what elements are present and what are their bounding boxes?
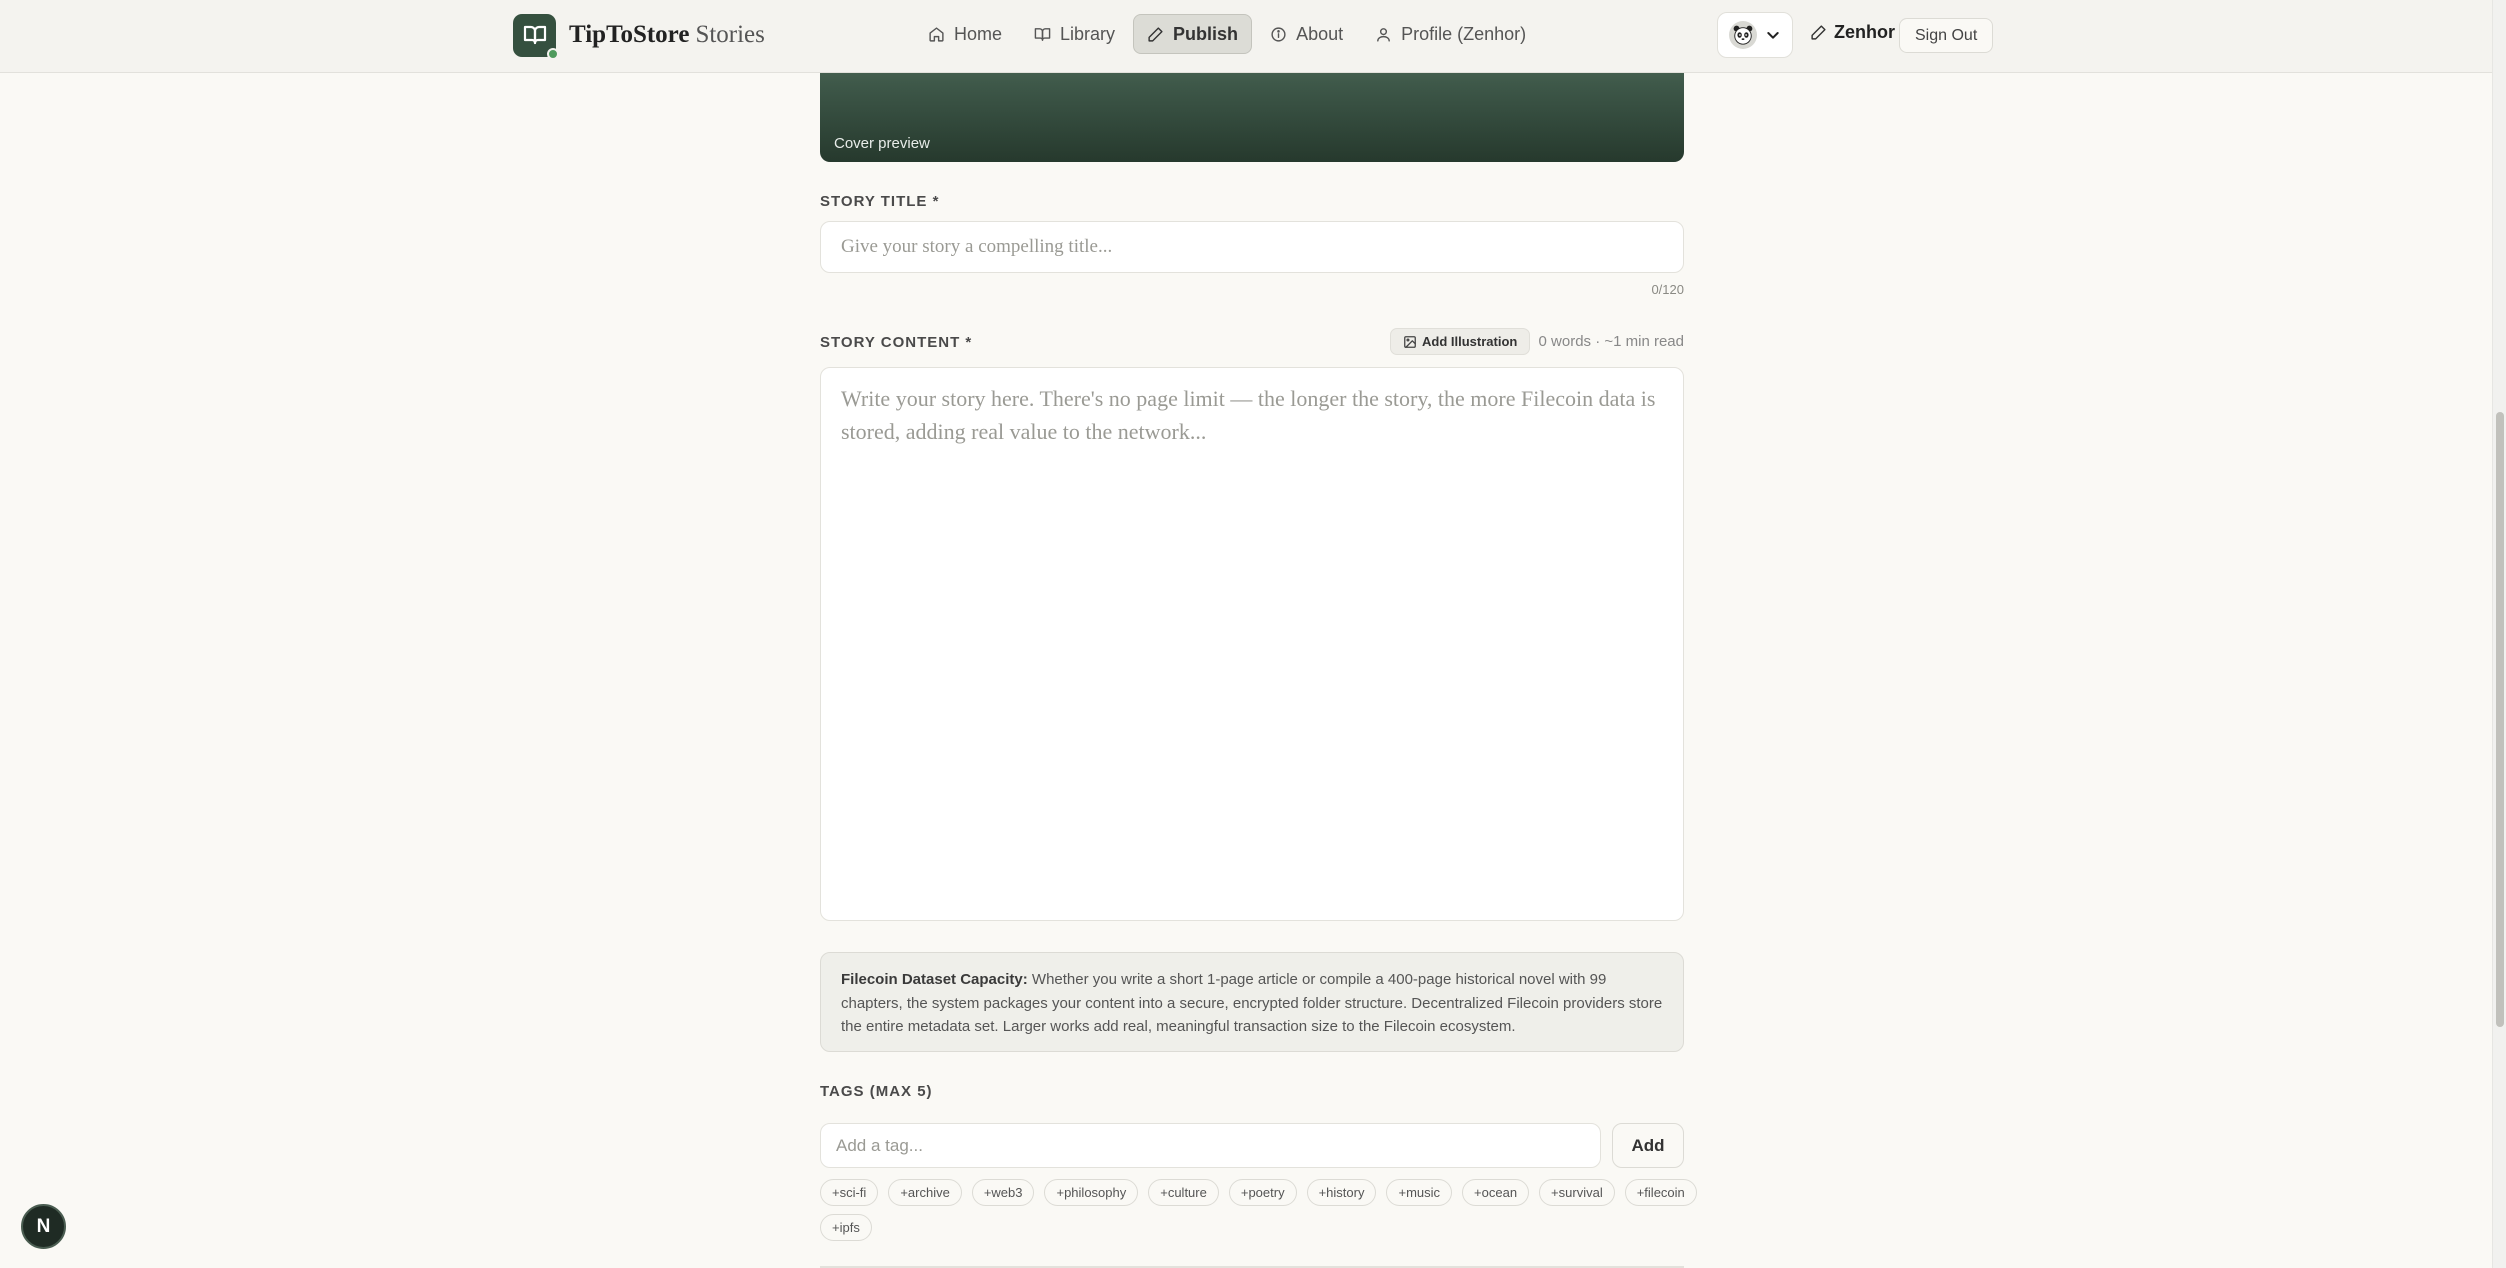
- tag-suggestion-chip[interactable]: +web3: [971, 1179, 1035, 1206]
- info-icon: [1271, 26, 1286, 42]
- nav-publish[interactable]: Publish: [1133, 14, 1253, 54]
- nav-library[interactable]: Library: [1020, 14, 1129, 54]
- nav-profile[interactable]: Profile (Zenhor): [1361, 14, 1540, 54]
- chevron-down-icon: [1767, 32, 1779, 39]
- add-illustration-label: Add Illustration: [1422, 334, 1518, 349]
- title-char-count: 0/120: [1651, 282, 1684, 297]
- sign-out-button[interactable]: Sign Out: [1899, 18, 1994, 53]
- filecoin-capacity-note: Filecoin Dataset Capacity: Whether you w…: [820, 952, 1684, 1052]
- nav-home[interactable]: Home: [914, 14, 1016, 54]
- brand-name-light: Stories: [695, 21, 765, 48]
- top-navigation-bar: TipToStore Stories Home Library Publish A…: [0, 0, 2492, 73]
- brand-name-bold: TipToStore: [569, 21, 690, 48]
- main-nav: Home Library Publish About Profile (Zenh…: [914, 14, 1540, 54]
- tag-suggestion-chip[interactable]: +sci-fi: [820, 1179, 879, 1206]
- home-icon: [929, 26, 944, 42]
- story-content-textarea[interactable]: [820, 367, 1684, 921]
- tag-suggestion-chip[interactable]: +archive: [888, 1179, 962, 1206]
- user-icon: [1377, 27, 1390, 42]
- pencil-icon: [1811, 25, 1826, 40]
- tag-suggestion-chip[interactable]: +history: [1306, 1179, 1377, 1206]
- nav-about[interactable]: About: [1256, 14, 1357, 54]
- story-title-label: STORY TITLE *: [820, 193, 940, 210]
- username: Zenhor: [1834, 22, 1895, 42]
- nav-home-label: Home: [954, 23, 1003, 44]
- tag-suggestion-chip[interactable]: +ipfs: [820, 1214, 872, 1241]
- cover-preview-label: Cover preview: [834, 135, 930, 152]
- tag-suggestions: +sci-fi +archive +web3 +philosophy +cult…: [820, 1179, 1700, 1241]
- brand-name: TipToStore Stories: [569, 21, 765, 49]
- tag-suggestion-chip[interactable]: +survival: [1539, 1179, 1615, 1206]
- tag-suggestion-chip[interactable]: +filecoin: [1624, 1179, 1697, 1206]
- tag-suggestion-chip[interactable]: +culture: [1148, 1179, 1219, 1206]
- avatar-dropdown-button[interactable]: [1717, 12, 1793, 58]
- tag-suggestion-chip[interactable]: +philosophy: [1044, 1179, 1139, 1206]
- scrollbar-thumb[interactable]: [2496, 412, 2504, 1027]
- nav-library-label: Library: [1060, 23, 1116, 44]
- story-title-input[interactable]: [820, 221, 1684, 273]
- page-scrollbar[interactable]: [2492, 0, 2506, 1268]
- online-status-dot: [547, 47, 559, 60]
- add-tag-button[interactable]: Add: [1612, 1123, 1684, 1168]
- story-content-label: STORY CONTENT *: [820, 334, 973, 351]
- brand-link[interactable]: TipToStore Stories: [513, 13, 765, 60]
- tag-input[interactable]: [820, 1123, 1601, 1168]
- add-illustration-button[interactable]: Add Illustration: [1390, 328, 1531, 355]
- nav-about-label: About: [1296, 23, 1344, 44]
- tag-suggestion-chip[interactable]: +poetry: [1228, 1179, 1297, 1206]
- nav-publish-label: Publish: [1173, 23, 1239, 44]
- dev-tools-badge[interactable]: N: [21, 1204, 66, 1249]
- book-icon: [1034, 27, 1051, 41]
- tags-label: TAGS (MAX 5): [820, 1083, 933, 1100]
- word-count: 0 words · ~1 min read: [1538, 333, 1684, 350]
- panda-icon: [1729, 21, 1757, 49]
- book-logo-icon: [513, 13, 559, 60]
- image-icon: [1404, 335, 1416, 348]
- capacity-note-title: Filecoin Dataset Capacity:: [841, 971, 1028, 988]
- nav-profile-label: Profile (Zenhor): [1401, 23, 1527, 44]
- tag-suggestion-chip[interactable]: +music: [1386, 1179, 1453, 1206]
- tag-suggestion-chip[interactable]: +ocean: [1462, 1179, 1530, 1206]
- pencil-icon: [1148, 26, 1163, 42]
- user-profile-link[interactable]: Zenhor: [1810, 22, 1895, 43]
